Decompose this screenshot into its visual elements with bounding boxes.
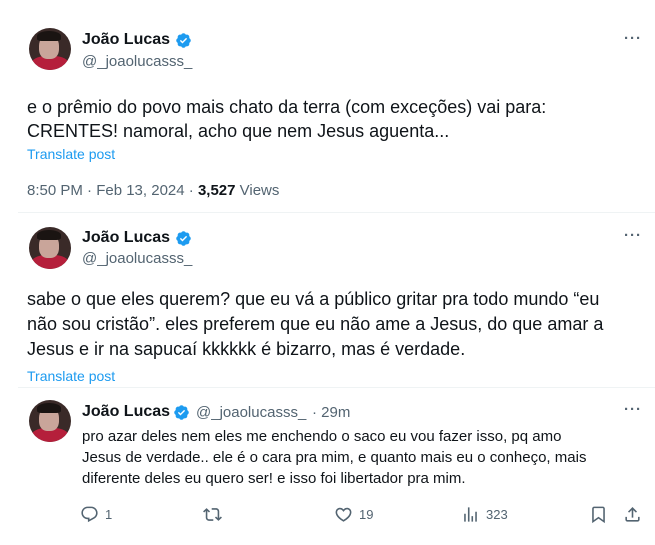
bookmark-button[interactable] <box>589 505 608 524</box>
author-name[interactable]: João Lucas <box>82 229 170 247</box>
analytics-icon <box>464 507 477 522</box>
like-button[interactable]: 19 <box>334 505 373 524</box>
avatar[interactable] <box>29 227 71 269</box>
post-main: João Lucas @_joaolucasss_ ··· e o prêmio… <box>0 0 655 210</box>
verified-badge-icon <box>176 231 191 246</box>
post-timestamp[interactable]: 8:50 PM · Feb 13, 2024 · 3,527 Views <box>27 182 279 199</box>
avatar[interactable] <box>29 400 71 442</box>
post-text-line: e o prêmio do povo mais chato da terra (… <box>27 97 547 117</box>
reply-time[interactable]: · 29m <box>312 404 350 421</box>
like-count: 19 <box>359 507 374 522</box>
views-count: 3,527 <box>197 182 236 199</box>
author-handle[interactable]: @_joaolucasss_ <box>82 250 192 267</box>
reply-icon <box>81 506 98 523</box>
post-thread: João Lucas @_joaolucasss_ ··· sabe o que… <box>0 212 655 387</box>
share-button[interactable] <box>623 505 642 524</box>
translate-post-link[interactable]: Translate post <box>27 368 115 384</box>
post-text-line: não sou cristão”. eles preferem que eu n… <box>27 314 604 334</box>
reply-text-line: Jesus de verdade.. ele é o cara pra mim,… <box>82 449 587 466</box>
repost-icon <box>203 508 222 521</box>
more-options-icon[interactable]: ··· <box>624 227 642 244</box>
verified-badge-icon <box>174 405 189 420</box>
author-handle[interactable]: @_joaolucasss_ <box>196 404 306 421</box>
more-options-icon[interactable]: ··· <box>624 30 642 47</box>
views-button[interactable]: 323 <box>461 505 508 524</box>
translate-post-link[interactable]: Translate post <box>27 146 115 162</box>
bookmark-icon <box>592 506 605 524</box>
reply-post: João Lucas @_joaolucasss_ · 29m ··· pro … <box>0 387 655 545</box>
views-count: 323 <box>486 507 508 522</box>
avatar[interactable] <box>29 28 71 70</box>
post-text-line: Jesus e ir na sapucaí kkkkkk é bizarro, … <box>27 339 466 359</box>
reply-button[interactable]: 1 <box>80 505 112 524</box>
post-text-line: CRENTES! namoral, acho que nem Jesus agu… <box>27 121 450 141</box>
author-name[interactable]: João Lucas <box>82 31 170 49</box>
reply-text-line: pro azar deles nem eles me enchendo o sa… <box>82 428 562 445</box>
reply-count: 1 <box>105 507 113 522</box>
verified-badge-icon <box>176 33 191 48</box>
share-icon <box>625 507 640 522</box>
heart-icon <box>335 507 352 522</box>
post-text-line: sabe o que eles querem? que eu vá a públ… <box>27 289 600 309</box>
author-name[interactable]: João Lucas <box>82 403 170 421</box>
repost-button[interactable] <box>203 505 228 524</box>
author-handle[interactable]: @_joaolucasss_ <box>82 53 192 70</box>
reply-text-line: diferente deles eu quero ser! e isso foi… <box>82 470 466 487</box>
more-options-icon[interactable]: ··· <box>624 401 642 418</box>
